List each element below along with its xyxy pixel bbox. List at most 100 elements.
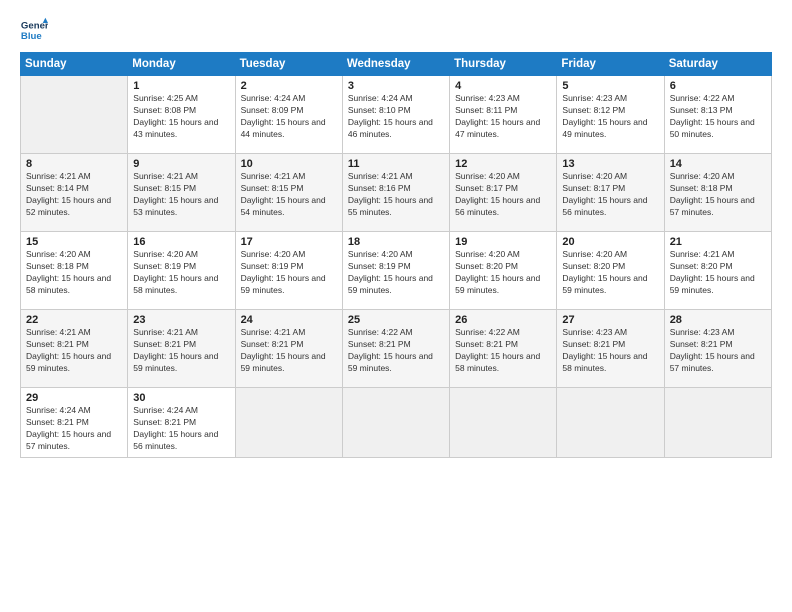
day-cell-5: 5Sunrise: 4:23 AM Sunset: 8:12 PM Daylig… <box>557 76 664 154</box>
weekday-header-thursday: Thursday <box>450 53 557 76</box>
day-cell-4: 4Sunrise: 4:23 AM Sunset: 8:11 PM Daylig… <box>450 76 557 154</box>
day-info: Sunrise: 4:20 AM Sunset: 8:20 PM Dayligh… <box>562 249 658 297</box>
day-cell-22: 22Sunrise: 4:21 AM Sunset: 8:21 PM Dayli… <box>21 310 128 388</box>
day-info: Sunrise: 4:22 AM Sunset: 8:13 PM Dayligh… <box>670 93 766 141</box>
day-cell-29: 29Sunrise: 4:24 AM Sunset: 8:21 PM Dayli… <box>21 388 128 458</box>
day-cell-27: 27Sunrise: 4:23 AM Sunset: 8:21 PM Dayli… <box>557 310 664 388</box>
week-row-1: 1Sunrise: 4:25 AM Sunset: 8:08 PM Daylig… <box>21 76 772 154</box>
empty-cell <box>342 388 449 458</box>
day-cell-21: 21Sunrise: 4:21 AM Sunset: 8:20 PM Dayli… <box>664 232 771 310</box>
day-number: 17 <box>241 236 337 248</box>
day-cell-15: 15Sunrise: 4:20 AM Sunset: 8:18 PM Dayli… <box>21 232 128 310</box>
day-cell-23: 23Sunrise: 4:21 AM Sunset: 8:21 PM Dayli… <box>128 310 235 388</box>
day-cell-1: 1Sunrise: 4:25 AM Sunset: 8:08 PM Daylig… <box>128 76 235 154</box>
day-number: 18 <box>348 236 444 248</box>
day-number: 1 <box>133 80 229 92</box>
day-number: 30 <box>133 392 229 404</box>
day-cell-26: 26Sunrise: 4:22 AM Sunset: 8:21 PM Dayli… <box>450 310 557 388</box>
day-number: 24 <box>241 314 337 326</box>
weekday-header-wednesday: Wednesday <box>342 53 449 76</box>
week-row-5: 29Sunrise: 4:24 AM Sunset: 8:21 PM Dayli… <box>21 388 772 458</box>
day-info: Sunrise: 4:21 AM Sunset: 8:15 PM Dayligh… <box>241 171 337 219</box>
day-info: Sunrise: 4:20 AM Sunset: 8:17 PM Dayligh… <box>562 171 658 219</box>
empty-cell <box>21 76 128 154</box>
day-info: Sunrise: 4:24 AM Sunset: 8:21 PM Dayligh… <box>26 405 122 453</box>
day-number: 8 <box>26 158 122 170</box>
weekday-header-row: SundayMondayTuesdayWednesdayThursdayFrid… <box>21 53 772 76</box>
day-info: Sunrise: 4:23 AM Sunset: 8:21 PM Dayligh… <box>562 327 658 375</box>
day-info: Sunrise: 4:22 AM Sunset: 8:21 PM Dayligh… <box>455 327 551 375</box>
day-number: 3 <box>348 80 444 92</box>
day-number: 26 <box>455 314 551 326</box>
day-number: 14 <box>670 158 766 170</box>
day-info: Sunrise: 4:21 AM Sunset: 8:16 PM Dayligh… <box>348 171 444 219</box>
calendar: SundayMondayTuesdayWednesdayThursdayFrid… <box>20 52 772 458</box>
week-row-4: 22Sunrise: 4:21 AM Sunset: 8:21 PM Dayli… <box>21 310 772 388</box>
day-info: Sunrise: 4:20 AM Sunset: 8:19 PM Dayligh… <box>133 249 229 297</box>
day-number: 27 <box>562 314 658 326</box>
week-row-2: 8Sunrise: 4:21 AM Sunset: 8:14 PM Daylig… <box>21 154 772 232</box>
day-info: Sunrise: 4:20 AM Sunset: 8:19 PM Dayligh… <box>241 249 337 297</box>
day-cell-20: 20Sunrise: 4:20 AM Sunset: 8:20 PM Dayli… <box>557 232 664 310</box>
weekday-header-tuesday: Tuesday <box>235 53 342 76</box>
day-cell-17: 17Sunrise: 4:20 AM Sunset: 8:19 PM Dayli… <box>235 232 342 310</box>
logo-icon: General Blue <box>20 16 48 44</box>
day-number: 11 <box>348 158 444 170</box>
day-number: 16 <box>133 236 229 248</box>
day-info: Sunrise: 4:21 AM Sunset: 8:21 PM Dayligh… <box>241 327 337 375</box>
day-cell-24: 24Sunrise: 4:21 AM Sunset: 8:21 PM Dayli… <box>235 310 342 388</box>
day-cell-8: 8Sunrise: 4:21 AM Sunset: 8:14 PM Daylig… <box>21 154 128 232</box>
day-cell-19: 19Sunrise: 4:20 AM Sunset: 8:20 PM Dayli… <box>450 232 557 310</box>
day-info: Sunrise: 4:21 AM Sunset: 8:14 PM Dayligh… <box>26 171 122 219</box>
day-info: Sunrise: 4:23 AM Sunset: 8:11 PM Dayligh… <box>455 93 551 141</box>
day-number: 20 <box>562 236 658 248</box>
day-info: Sunrise: 4:25 AM Sunset: 8:08 PM Dayligh… <box>133 93 229 141</box>
day-number: 4 <box>455 80 551 92</box>
day-number: 15 <box>26 236 122 248</box>
day-info: Sunrise: 4:23 AM Sunset: 8:21 PM Dayligh… <box>670 327 766 375</box>
day-cell-3: 3Sunrise: 4:24 AM Sunset: 8:10 PM Daylig… <box>342 76 449 154</box>
header: General Blue <box>20 16 772 44</box>
day-number: 5 <box>562 80 658 92</box>
weekday-header-saturday: Saturday <box>664 53 771 76</box>
day-cell-6: 6Sunrise: 4:22 AM Sunset: 8:13 PM Daylig… <box>664 76 771 154</box>
day-info: Sunrise: 4:20 AM Sunset: 8:17 PM Dayligh… <box>455 171 551 219</box>
day-info: Sunrise: 4:24 AM Sunset: 8:21 PM Dayligh… <box>133 405 229 453</box>
day-info: Sunrise: 4:24 AM Sunset: 8:10 PM Dayligh… <box>348 93 444 141</box>
svg-text:Blue: Blue <box>21 31 42 42</box>
day-number: 28 <box>670 314 766 326</box>
day-cell-2: 2Sunrise: 4:24 AM Sunset: 8:09 PM Daylig… <box>235 76 342 154</box>
day-number: 22 <box>26 314 122 326</box>
day-info: Sunrise: 4:21 AM Sunset: 8:21 PM Dayligh… <box>26 327 122 375</box>
day-cell-28: 28Sunrise: 4:23 AM Sunset: 8:21 PM Dayli… <box>664 310 771 388</box>
day-info: Sunrise: 4:20 AM Sunset: 8:18 PM Dayligh… <box>670 171 766 219</box>
day-number: 29 <box>26 392 122 404</box>
week-row-3: 15Sunrise: 4:20 AM Sunset: 8:18 PM Dayli… <box>21 232 772 310</box>
day-info: Sunrise: 4:21 AM Sunset: 8:15 PM Dayligh… <box>133 171 229 219</box>
day-number: 6 <box>670 80 766 92</box>
empty-cell <box>557 388 664 458</box>
day-number: 13 <box>562 158 658 170</box>
weekday-header-monday: Monday <box>128 53 235 76</box>
day-info: Sunrise: 4:22 AM Sunset: 8:21 PM Dayligh… <box>348 327 444 375</box>
logo: General Blue <box>20 16 48 44</box>
day-number: 19 <box>455 236 551 248</box>
empty-cell <box>235 388 342 458</box>
day-cell-13: 13Sunrise: 4:20 AM Sunset: 8:17 PM Dayli… <box>557 154 664 232</box>
day-number: 9 <box>133 158 229 170</box>
day-cell-12: 12Sunrise: 4:20 AM Sunset: 8:17 PM Dayli… <box>450 154 557 232</box>
day-cell-16: 16Sunrise: 4:20 AM Sunset: 8:19 PM Dayli… <box>128 232 235 310</box>
day-number: 23 <box>133 314 229 326</box>
day-cell-10: 10Sunrise: 4:21 AM Sunset: 8:15 PM Dayli… <box>235 154 342 232</box>
day-number: 25 <box>348 314 444 326</box>
day-info: Sunrise: 4:24 AM Sunset: 8:09 PM Dayligh… <box>241 93 337 141</box>
day-info: Sunrise: 4:20 AM Sunset: 8:20 PM Dayligh… <box>455 249 551 297</box>
day-info: Sunrise: 4:21 AM Sunset: 8:21 PM Dayligh… <box>133 327 229 375</box>
day-cell-30: 30Sunrise: 4:24 AM Sunset: 8:21 PM Dayli… <box>128 388 235 458</box>
day-cell-25: 25Sunrise: 4:22 AM Sunset: 8:21 PM Dayli… <box>342 310 449 388</box>
empty-cell <box>450 388 557 458</box>
weekday-header-sunday: Sunday <box>21 53 128 76</box>
day-cell-14: 14Sunrise: 4:20 AM Sunset: 8:18 PM Dayli… <box>664 154 771 232</box>
day-cell-9: 9Sunrise: 4:21 AM Sunset: 8:15 PM Daylig… <box>128 154 235 232</box>
day-number: 12 <box>455 158 551 170</box>
